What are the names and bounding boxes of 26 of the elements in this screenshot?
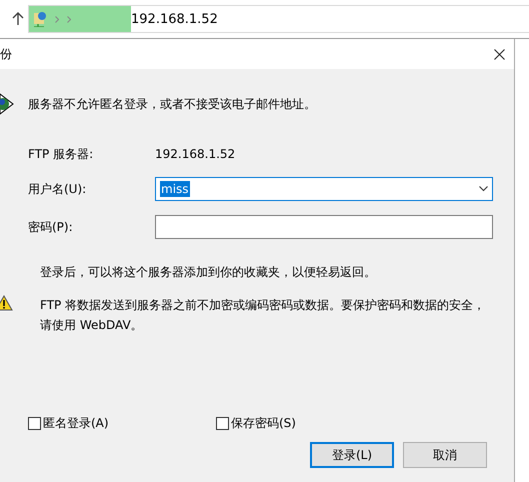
globe-icon <box>0 93 14 115</box>
dialog-title: 份 <box>0 46 12 62</box>
login-button[interactable]: 登录(L) <box>310 442 394 468</box>
field-label: 密码(P): <box>28 219 74 236</box>
hint-text: 登录后，可以将这个服务器添加到你的收藏夹，以便轻易返回。 <box>40 264 377 281</box>
warning-text: FTP 将数据发送到服务器之前不加密或编码密码或数据。要保护密码和数据的安全，请使用 WebDAV。 <box>40 297 486 334</box>
field-label: FTP 服务器: <box>28 146 94 163</box>
chevron-icon <box>55 16 59 22</box>
error-message: 服务器不允许匿名登录，或者不接受该电子邮件地址。 <box>28 96 316 113</box>
username-combobox[interactable]: miss <box>155 177 493 201</box>
checkbox-label[interactable]: 匿名登录(A) <box>43 414 109 432</box>
network-globe-icon <box>33 11 47 27</box>
field-value: 192.168.1.52 <box>155 146 236 163</box>
checkbox[interactable] <box>216 416 229 430</box>
up-arrow-icon[interactable] <box>12 12 24 26</box>
checkbox[interactable] <box>28 416 41 430</box>
cancel-button[interactable]: 取消 <box>403 442 487 468</box>
address-path: 192.168.1.52 <box>131 12 218 26</box>
selected-text: miss <box>160 181 190 197</box>
address-bar[interactable]: 192.168.1.52 <box>28 5 529 33</box>
password-field[interactable] <box>155 215 493 239</box>
checkbox-label[interactable]: 保存密码(S) <box>231 414 296 432</box>
field-label: 用户名(U): <box>28 181 88 198</box>
dropdown-caret-icon <box>479 186 488 192</box>
chevron-icon <box>67 16 71 22</box>
close-icon <box>494 48 504 60</box>
